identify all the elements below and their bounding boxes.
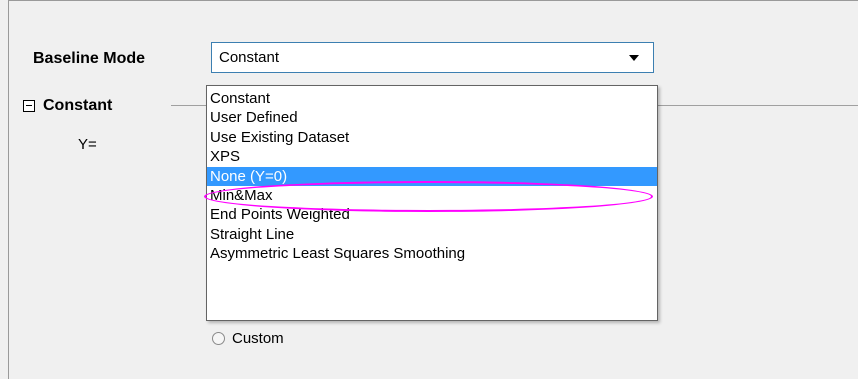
dropdown-option-user-defined[interactable]: User Defined xyxy=(207,108,657,127)
custom-radio-label: Custom xyxy=(232,330,284,347)
dropdown-option-constant[interactable]: Constant xyxy=(207,89,657,108)
dropdown-option-end-points-weighted[interactable]: End Points Weighted xyxy=(207,205,657,224)
dropdown-option-xps[interactable]: XPS xyxy=(207,147,657,166)
custom-radio-option[interactable]: Custom xyxy=(212,330,284,347)
baseline-mode-dropdown-list[interactable]: Constant User Defined Use Existing Datas… xyxy=(206,85,658,321)
chevron-down-icon[interactable] xyxy=(629,55,639,61)
section-divider-left xyxy=(171,105,211,106)
dropdown-option-straight-line[interactable]: Straight Line xyxy=(207,225,657,244)
dropdown-option-use-existing-dataset[interactable]: Use Existing Dataset xyxy=(207,128,657,147)
baseline-mode-label: Baseline Mode xyxy=(33,50,146,67)
section-divider-right xyxy=(654,105,858,106)
constant-section-header[interactable]: Constant xyxy=(23,97,112,115)
custom-radio-button[interactable] xyxy=(212,332,225,345)
collapse-icon[interactable] xyxy=(23,100,35,112)
dropdown-option-none[interactable]: None (Y=0) xyxy=(207,166,657,186)
dropdown-option-asymmetric-least-squares[interactable]: Asymmetric Least Squares Smoothing xyxy=(207,244,657,263)
dropdown-option-min-max[interactable]: Min&Max xyxy=(207,186,657,205)
baseline-mode-combobox[interactable]: Constant xyxy=(211,42,654,73)
section-title: Constant xyxy=(43,97,113,114)
y-equals-label: Y= xyxy=(78,136,97,153)
baseline-mode-value: Constant xyxy=(219,49,280,66)
